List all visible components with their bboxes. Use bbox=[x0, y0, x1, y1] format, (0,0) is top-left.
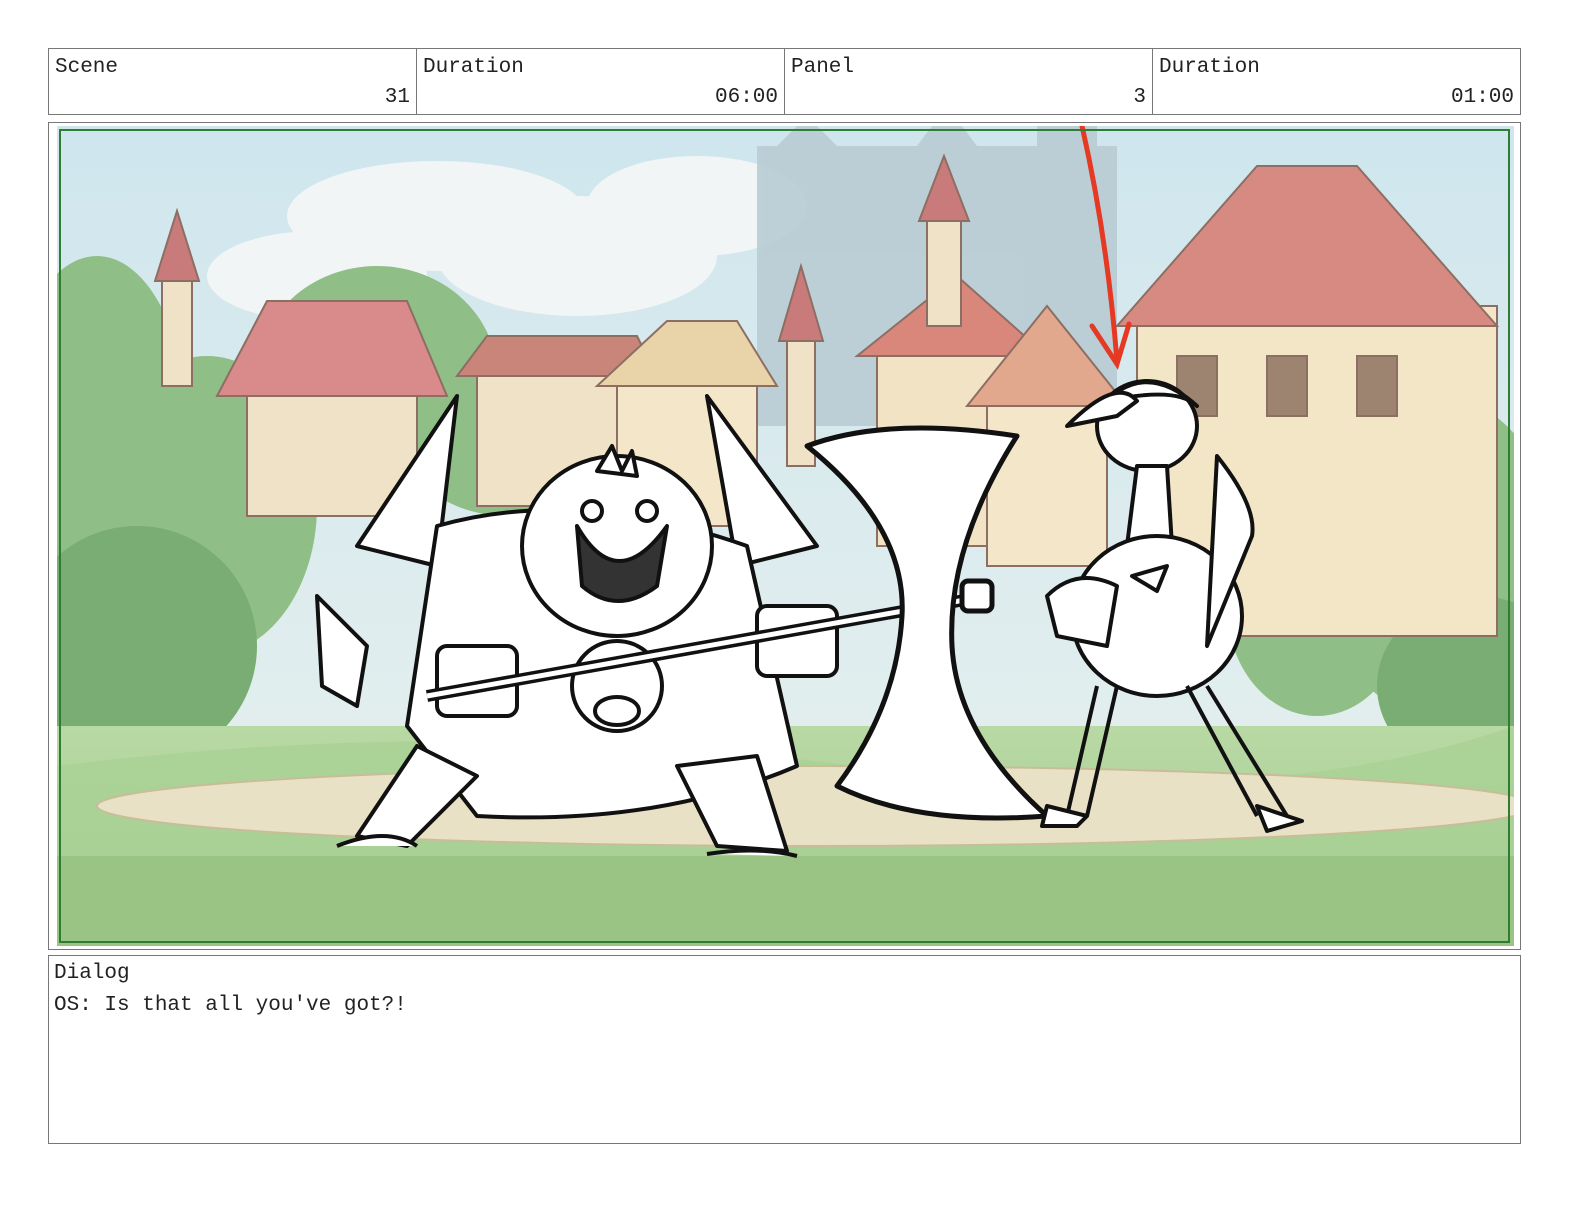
foreground-grass bbox=[57, 856, 1514, 946]
panel-artwork bbox=[57, 126, 1514, 946]
panel-info-header: Scene 31 Duration 06:00 Panel 3 Duration… bbox=[48, 48, 1521, 115]
stone-path bbox=[96, 765, 1514, 847]
panel-duration-label: Duration bbox=[1159, 56, 1260, 79]
panel-duration-value: 01:00 bbox=[1450, 86, 1514, 109]
dialog-text: OS: Is that all you've got?! bbox=[54, 994, 407, 1017]
dialog-label: Dialog bbox=[54, 962, 130, 985]
panel-label: Panel bbox=[791, 56, 855, 79]
scene-duration-label: Duration bbox=[423, 56, 524, 79]
scene-label: Scene bbox=[55, 56, 119, 79]
scene-duration-cell: Duration 06:00 bbox=[417, 49, 785, 114]
panel-value: 3 bbox=[1133, 86, 1146, 109]
storyboard-frame bbox=[48, 122, 1521, 950]
panel-cell: Panel 3 bbox=[785, 49, 1153, 114]
panel-illustration bbox=[57, 126, 1514, 946]
scene-value: 31 bbox=[384, 86, 410, 109]
panel-duration-cell: Duration 01:00 bbox=[1153, 49, 1520, 114]
scene-duration-value: 06:00 bbox=[714, 86, 778, 109]
scene-cell: Scene 31 bbox=[49, 49, 417, 114]
dialog-box: Dialog OS: Is that all you've got?! bbox=[48, 955, 1521, 1144]
